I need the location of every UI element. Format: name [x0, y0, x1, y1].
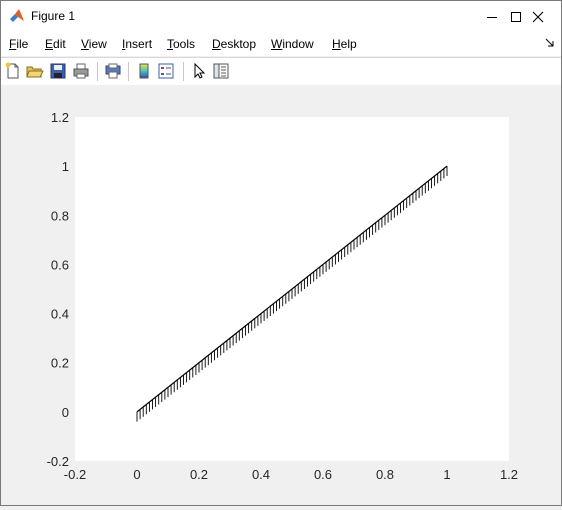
dock-arrow-icon[interactable] — [545, 38, 555, 48]
menu-desktop[interactable]: Desktop — [212, 37, 256, 51]
edit-plot-icon[interactable] — [190, 62, 208, 80]
y-tick-label: 0.6 — [51, 257, 69, 272]
figure-window: Figure 1 File Edit View Insert Tools Des… — [0, 0, 562, 506]
window-title: Figure 1 — [31, 9, 76, 23]
new-figure-icon[interactable] — [4, 62, 22, 80]
close-button[interactable] — [515, 1, 561, 32]
title-bar[interactable]: Figure 1 — [1, 1, 561, 32]
plot-svg: -0.2 0 0.2 0.4 0.6 0.8 1 1.2 -0.2 0 0.2 0.4 0.6 0.8 1 1… — [47, 110, 518, 482]
print-icon[interactable] — [72, 62, 90, 80]
x-tick-label: 0.2 — [190, 467, 208, 482]
open-file-icon[interactable] — [26, 62, 44, 80]
legend-icon[interactable] — [157, 62, 175, 80]
menu-tools[interactable]: Tools — [167, 37, 195, 51]
x-tick-label: -0.2 — [64, 467, 86, 482]
print-preview-icon[interactable] — [104, 62, 122, 80]
menu-edit[interactable]: Edit — [45, 37, 66, 51]
menu-view[interactable]: View — [81, 37, 107, 51]
menu-insert[interactable]: Insert — [122, 37, 152, 51]
y-tick-label: 0 — [62, 405, 69, 420]
y-tick-label: 1.2 — [51, 110, 69, 125]
close-icon — [532, 11, 544, 22]
x-tick-label: 1 — [443, 467, 450, 482]
x-tick-label: 1.2 — [500, 467, 518, 482]
toolbar-separator — [183, 62, 184, 81]
matlab-logo-icon — [10, 9, 24, 22]
menu-bar: File Edit View Insert Tools Desktop Wind… — [1, 32, 561, 56]
y-tick-label: -0.2 — [47, 454, 69, 469]
save-icon[interactable] — [49, 62, 67, 80]
figure-canvas[interactable]: -0.2 0 0.2 0.4 0.6 0.8 1 1.2 -0.2 0 0.2 0.4 0.6 0.8 1 1… — [1, 85, 561, 505]
colorbar-icon[interactable] — [135, 62, 153, 80]
x-tick-label: 0 — [133, 467, 140, 482]
y-tick-label: 0.8 — [51, 208, 69, 223]
x-tick-label: 0.6 — [314, 467, 332, 482]
toolbar-separator — [128, 62, 129, 81]
menu-help[interactable]: Help — [332, 37, 357, 51]
y-tick-label: 1 — [62, 159, 69, 174]
x-tick-label: 0.4 — [252, 467, 270, 482]
menu-file[interactable]: File — [9, 37, 28, 51]
x-tick-label: 0.8 — [376, 467, 394, 482]
menu-window[interactable]: Window — [271, 37, 314, 51]
property-inspector-icon[interactable] — [212, 62, 230, 80]
y-tick-label: 0.2 — [51, 356, 69, 371]
toolbar-separator — [97, 62, 98, 81]
y-tick-label: 0.4 — [51, 307, 69, 322]
figure-toolbar — [1, 57, 561, 86]
